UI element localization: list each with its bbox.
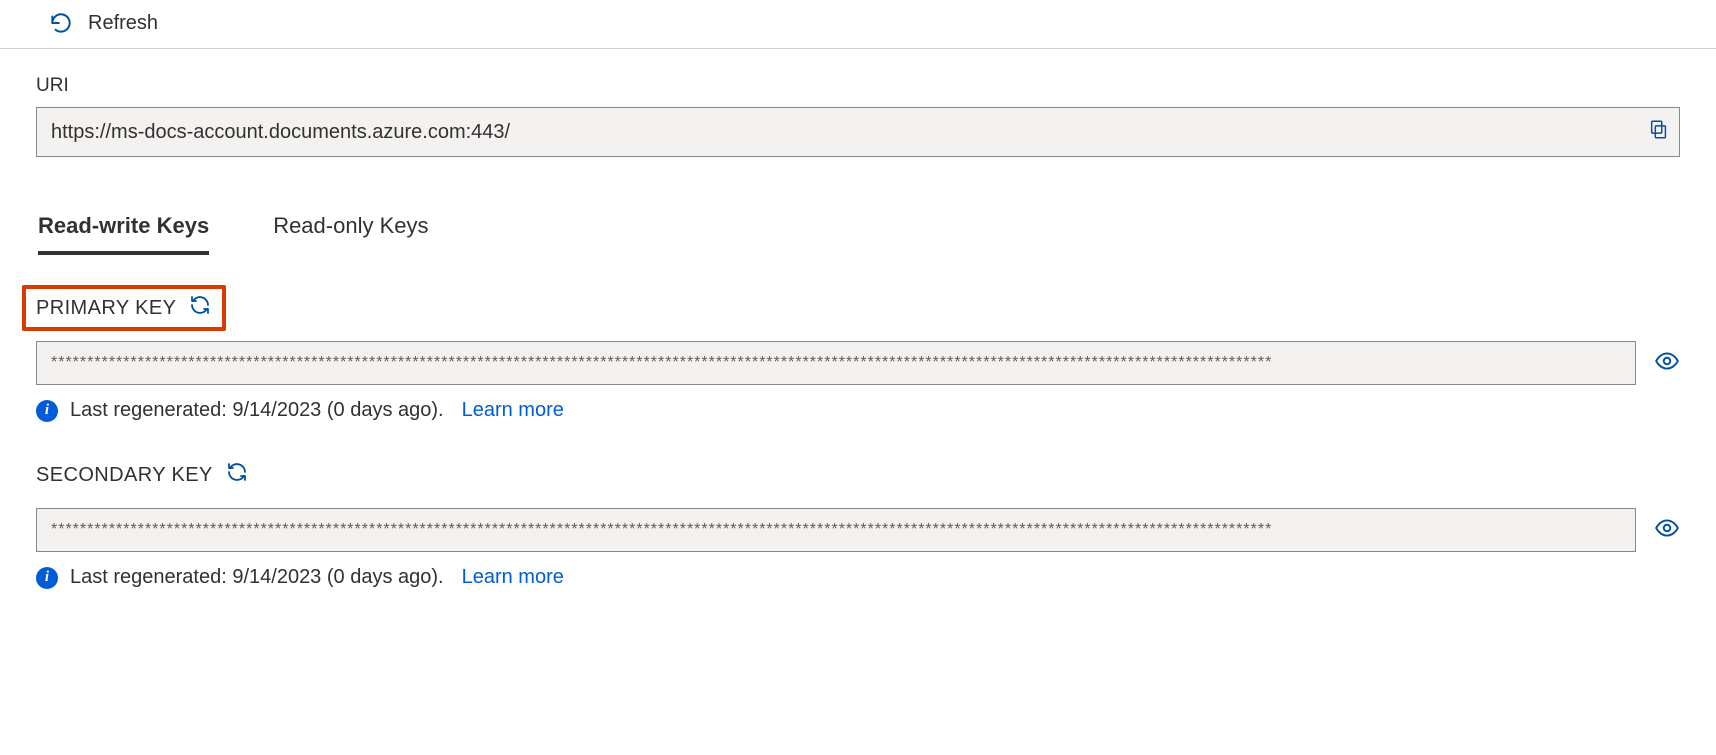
keys-panel: Refresh URI https://ms-docs-account.docu… bbox=[0, 0, 1716, 629]
secondary-key-block: SECONDARY KEY **************************… bbox=[36, 458, 1680, 589]
eye-icon[interactable] bbox=[1654, 515, 1680, 546]
refresh-label: Refresh bbox=[88, 12, 158, 35]
learn-more-link[interactable]: Learn more bbox=[462, 399, 564, 422]
uri-field-wrap: https://ms-docs-account.documents.azure.… bbox=[36, 107, 1680, 157]
primary-key-header: PRIMARY KEY bbox=[36, 291, 218, 325]
primary-info-text: Last regenerated: 9/14/2023 (0 days ago)… bbox=[70, 399, 444, 422]
primary-key-block: PRIMARY KEY ****************************… bbox=[36, 291, 1680, 422]
toolbar: Refresh bbox=[0, 0, 1716, 49]
secondary-info-row: i Last regenerated: 9/14/2023 (0 days ag… bbox=[36, 566, 1680, 589]
tabs: Read-write Keys Read-only Keys bbox=[36, 213, 1680, 255]
regenerate-icon[interactable] bbox=[225, 460, 249, 490]
learn-more-link[interactable]: Learn more bbox=[462, 566, 564, 589]
primary-key-value[interactable]: ****************************************… bbox=[36, 341, 1636, 385]
regenerate-icon[interactable] bbox=[188, 293, 212, 323]
secondary-key-header: SECONDARY KEY bbox=[36, 458, 255, 492]
primary-key-label: PRIMARY KEY bbox=[36, 297, 176, 320]
secondary-key-label: SECONDARY KEY bbox=[36, 464, 213, 487]
uri-label: URI bbox=[36, 75, 1680, 97]
primary-key-row: ****************************************… bbox=[36, 341, 1680, 385]
info-icon: i bbox=[36, 567, 58, 589]
refresh-icon bbox=[48, 10, 74, 36]
tab-read-write[interactable]: Read-write Keys bbox=[38, 213, 209, 255]
copy-icon[interactable] bbox=[1648, 119, 1670, 146]
primary-info-row: i Last regenerated: 9/14/2023 (0 days ag… bbox=[36, 399, 1680, 422]
secondary-key-row: ****************************************… bbox=[36, 508, 1680, 552]
info-icon: i bbox=[36, 400, 58, 422]
eye-icon[interactable] bbox=[1654, 348, 1680, 379]
refresh-button[interactable]: Refresh bbox=[48, 10, 158, 36]
tab-read-only[interactable]: Read-only Keys bbox=[273, 213, 428, 255]
secondary-info-text: Last regenerated: 9/14/2023 (0 days ago)… bbox=[70, 566, 444, 589]
uri-value[interactable]: https://ms-docs-account.documents.azure.… bbox=[36, 107, 1680, 157]
secondary-key-value[interactable]: ****************************************… bbox=[36, 508, 1636, 552]
